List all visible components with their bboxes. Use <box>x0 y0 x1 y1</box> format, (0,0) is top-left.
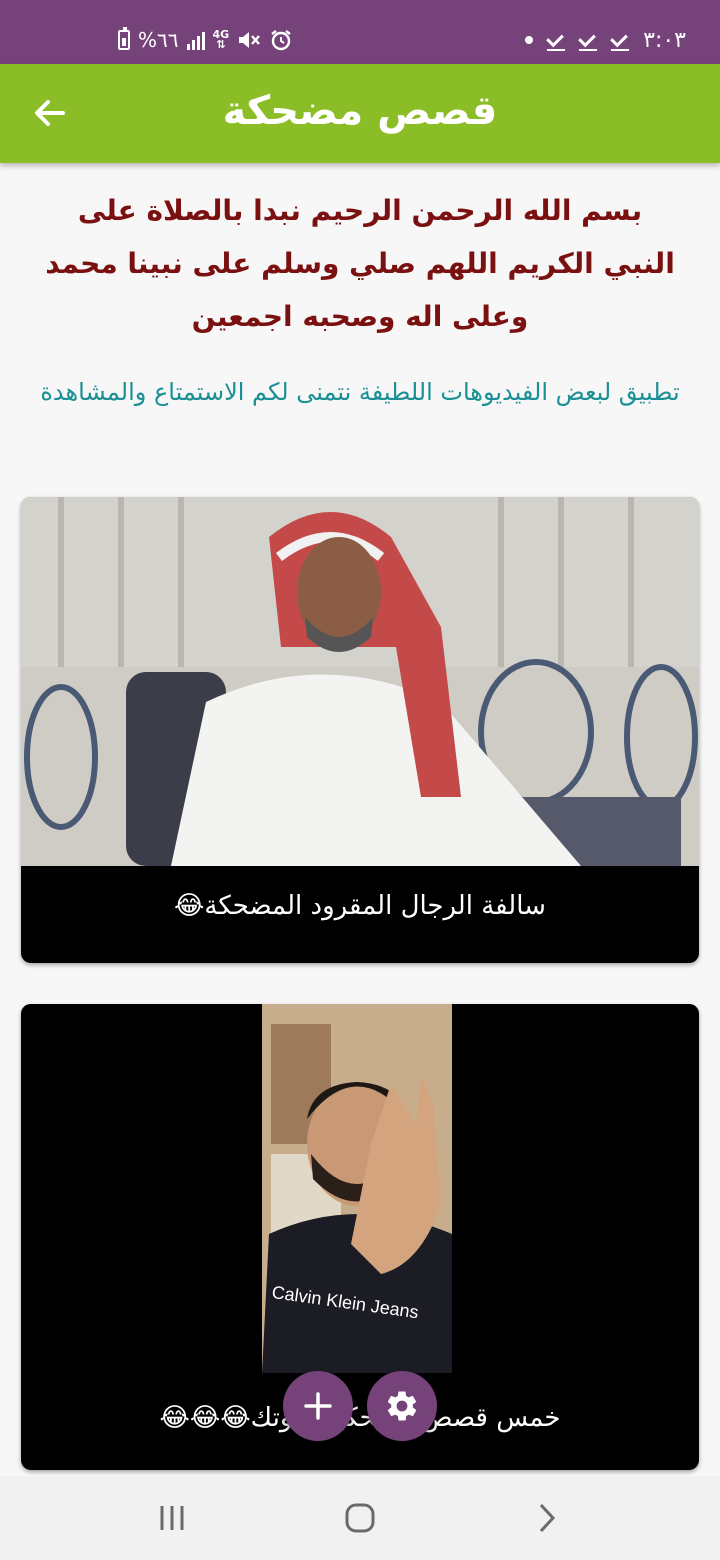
battery-icon <box>118 27 130 50</box>
status-right: ٣:٠٣ <box>525 24 686 56</box>
video-card[interactable]: سالفة الرجال المقرود المضحكة😂 <box>21 497 699 963</box>
gear-icon <box>387 1391 417 1421</box>
status-bar: %٦٦ 4G ⇅ ٣:٠٣ <box>0 0 720 64</box>
network-4g-icon: 4G ⇅ <box>212 28 230 51</box>
system-nav-bar <box>0 1476 720 1560</box>
video-thumbnail[interactable]: Calvin Klein Jeans <box>21 1004 699 1373</box>
recents-button[interactable] <box>142 1494 202 1542</box>
app-bar: قصص مضحكة <box>0 64 720 163</box>
video-title[interactable]: خمس قصص مضحكة بصوتك😂😂😂 <box>21 1403 699 1433</box>
video-title[interactable]: سالفة الرجال المقرود المضحكة😂 <box>21 891 699 921</box>
status-time: ٣:٠٣ <box>643 27 686 53</box>
network-label: 4G <box>212 28 230 41</box>
page-title: قصص مضحكة <box>222 88 498 134</box>
alarm-icon <box>271 30 291 51</box>
video-thumbnail[interactable] <box>21 497 699 866</box>
settings-button[interactable] <box>367 1371 437 1441</box>
plus-icon <box>304 1392 332 1420</box>
check-icon <box>547 31 566 51</box>
battery-text: %٦٦ <box>138 28 179 52</box>
home-button[interactable] <box>330 1494 390 1542</box>
back-nav-button[interactable] <box>517 1494 577 1542</box>
signal-icon <box>186 30 205 50</box>
dot-icon <box>525 36 534 44</box>
check-icon <box>579 31 598 51</box>
status-icons: %٦٦ 4G ⇅ <box>118 24 293 56</box>
basmala-text: بسم الله الرحمن الرحيم نبدا بالصلاة على … <box>45 194 675 333</box>
check-icon <box>611 31 630 51</box>
home-icon <box>345 1503 375 1533</box>
mute-icon <box>239 32 261 48</box>
video-card[interactable]: Calvin Klein Jeans خمس قصص مضحكة بصوتك😂😂… <box>21 1004 699 1470</box>
recents-icon <box>160 1506 184 1530</box>
add-button[interactable] <box>283 1371 353 1441</box>
back-icon <box>539 1503 556 1533</box>
app-description: تطبيق لبعض الفيديوهات اللطيفة نتمنى لكم … <box>40 378 680 406</box>
